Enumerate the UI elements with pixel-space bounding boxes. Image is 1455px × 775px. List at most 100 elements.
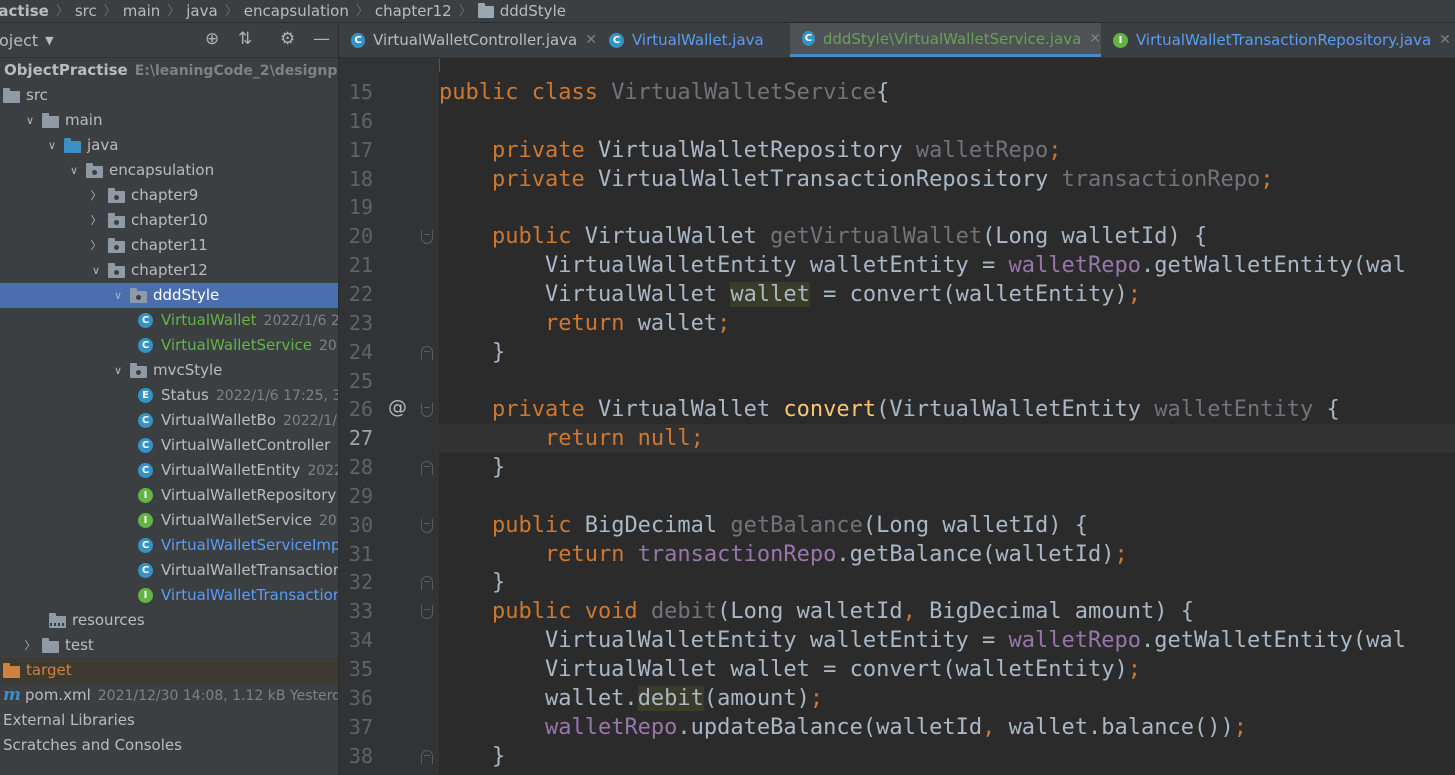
code-line: private VirtualWalletRepository walletRe… xyxy=(439,136,1062,165)
tree-node[interactable]: src xyxy=(0,83,338,108)
minimize-icon[interactable]: — xyxy=(313,29,330,49)
breadcrumb-item[interactable]: dddStyle xyxy=(500,2,566,21)
code-token: } xyxy=(439,455,506,481)
tree-node[interactable]: E Status 2022/1/6 17:25, 37 xyxy=(0,383,338,408)
code-line: } xyxy=(439,742,505,771)
breadcrumb-item[interactable]: src xyxy=(75,2,97,21)
editor-tab[interactable]: C VirtualWallet.java xyxy=(597,23,790,57)
collapse-arrow-icon[interactable]: 〉 xyxy=(24,633,36,658)
tree-node[interactable]: ∨ main xyxy=(0,108,338,133)
dropdown-caret-icon[interactable]: ▼ xyxy=(45,34,53,47)
tree-node[interactable]: C VirtualWalletServiceImpl xyxy=(0,533,338,558)
tree-node[interactable]: C VirtualWalletController xyxy=(0,433,338,458)
close-tab-icon[interactable]: ✕ xyxy=(585,32,597,48)
tree-node[interactable]: I VirtualWalletTransaction xyxy=(0,583,338,608)
expand-arrow-icon[interactable]: ∨ xyxy=(46,133,58,158)
code-token: , xyxy=(902,599,930,625)
expand-arrow-icon[interactable]: ∨ xyxy=(112,358,124,383)
code-token: wallet. xyxy=(439,685,638,711)
close-tab-icon[interactable]: ✕ xyxy=(1089,31,1101,47)
fold-icon[interactable] xyxy=(421,518,433,533)
tree-node[interactable]: target xyxy=(0,658,338,683)
tree-node[interactable]: 〉 chapter11 xyxy=(0,233,338,258)
code-token: (VirtualWalletEntity xyxy=(876,397,1155,423)
tree-node[interactable]: 〉 chapter9 xyxy=(0,183,338,208)
class-icon: C xyxy=(138,413,153,428)
tree-node[interactable]: C VirtualWalletTransaction xyxy=(0,558,338,583)
editor-tab[interactable]: C VirtualWalletController.java ✕ xyxy=(339,23,597,57)
fold-icon[interactable] xyxy=(421,576,433,591)
fold-icon[interactable] xyxy=(421,461,433,476)
resources-folder-icon xyxy=(49,613,66,628)
collapse-arrow-icon[interactable]: 〉 xyxy=(90,233,102,258)
breadcrumb-item[interactable]: ractise xyxy=(0,2,49,21)
breadcrumb-item[interactable]: java xyxy=(186,2,217,21)
editor-tab[interactable]: I VirtualWalletTransactionRepository.java… xyxy=(1101,23,1455,57)
code-token: debit xyxy=(650,599,718,625)
code-token: private xyxy=(491,397,598,423)
tree-node[interactable]: m pom.xml 2021/12/30 14:08, 1.12 kB Yester… xyxy=(0,683,338,708)
code-line: public VirtualWallet getVirtualWallet(Lo… xyxy=(439,222,1207,251)
code-token: public void xyxy=(491,599,651,625)
tree-node[interactable]: I VirtualWalletService202 xyxy=(0,508,338,533)
override-marker-icon[interactable]: @ xyxy=(388,396,407,418)
tree-node[interactable]: C VirtualWallet 2022/1/6 2( xyxy=(0,308,338,333)
collapse-all-icon[interactable]: ⇅ xyxy=(238,29,252,49)
package-icon xyxy=(108,213,125,228)
tree-node[interactable]: 〉 test xyxy=(0,633,338,658)
line-number: 35 xyxy=(348,657,373,681)
tree-node-label: pom.xml 2021/12/30 14:08, 1.12 kB Yesterd… xyxy=(25,683,338,708)
tree-node[interactable]: ObjectPractiseE:\leaningCode_2\designpar… xyxy=(0,58,338,83)
tree-node[interactable]: 〉 chapter10 xyxy=(0,208,338,233)
tree-node[interactable]: C VirtualWalletEntity2022/ xyxy=(0,458,338,483)
code-token: wallet xyxy=(637,310,718,336)
fold-icon[interactable] xyxy=(421,230,433,245)
breadcrumb-item[interactable]: main xyxy=(123,2,160,21)
fold-icon[interactable] xyxy=(421,345,433,360)
tree-node-label: VirtualWalletServiceImpl xyxy=(161,536,338,554)
editor-tab[interactable]: CdddStyle\VirtualWalletService.java ✕ xyxy=(790,23,1101,57)
fold-icon[interactable] xyxy=(421,605,433,620)
tree-node[interactable]: ∨ dddStyle xyxy=(0,283,338,308)
settings-icon[interactable]: ⚙ xyxy=(280,29,295,49)
expand-arrow-icon[interactable]: ∨ xyxy=(90,258,102,283)
code-token: wallet.balance()) xyxy=(1008,714,1234,740)
code-token: VirtualWalletEntity walletEntity = xyxy=(439,628,1009,654)
expand-arrow-icon[interactable]: ∨ xyxy=(24,108,36,133)
collapse-arrow-icon[interactable]: 〉 xyxy=(90,208,102,233)
tree-node[interactable]: resources xyxy=(0,608,338,633)
class-icon: C xyxy=(138,463,153,478)
project-view-selector[interactable]: oject xyxy=(0,31,38,50)
tree-node[interactable]: C VirtualWalletBo2022/1/6 xyxy=(0,408,338,433)
fold-icon[interactable] xyxy=(421,749,433,764)
tab-label: VirtualWalletTransactionRepository.java xyxy=(1136,31,1432,49)
code-line: VirtualWalletEntity walletEntity = walle… xyxy=(439,626,1406,655)
close-tab-icon[interactable]: ✕ xyxy=(1439,32,1451,48)
tree-node[interactable]: C VirtualWalletService202 xyxy=(0,333,338,358)
fold-icon[interactable] xyxy=(421,403,433,418)
code-token: VirtualWalletService xyxy=(611,80,877,105)
collapse-arrow-icon[interactable]: 〉 xyxy=(90,183,102,208)
breadcrumb-item[interactable]: encapsulation xyxy=(244,2,349,21)
tree-node-label: resources xyxy=(72,611,145,629)
tree-node[interactable]: External Libraries xyxy=(0,708,338,733)
code-line: return transactionRepo.getBalance(wallet… xyxy=(439,540,1128,569)
code-token: VirtualWalletRepository xyxy=(597,137,916,163)
expand-arrow-icon[interactable]: ∨ xyxy=(68,158,80,183)
code-editor[interactable]: 15 16 17 18 19 20 21 22 23 24 25 26 @27 28 29 30 31 32 33 3… xyxy=(339,58,1455,775)
tree-node[interactable]: ∨ java xyxy=(0,133,338,158)
tree-node[interactable]: I VirtualWalletRepository xyxy=(0,483,338,508)
tree-node[interactable]: Scratches and Consoles xyxy=(0,733,338,758)
breadcrumb-item[interactable]: chapter12 xyxy=(375,2,452,21)
code-area[interactable]: public class VirtualWalletService{ priva… xyxy=(439,58,1455,775)
breadcrumb: ractise 〉 src 〉 main 〉 java 〉 encapsulation 〉 chap… xyxy=(0,0,1455,22)
crosshair-icon[interactable]: ⊕ xyxy=(205,29,219,49)
line-number: 30 xyxy=(348,512,373,537)
tree-node[interactable]: ∨ chapter12 xyxy=(0,258,338,283)
tree-node[interactable]: ∨ encapsulation xyxy=(0,158,338,183)
tree-node[interactable]: ∨ mvcStyle xyxy=(0,358,338,383)
expand-arrow-icon[interactable]: ∨ xyxy=(112,283,124,308)
